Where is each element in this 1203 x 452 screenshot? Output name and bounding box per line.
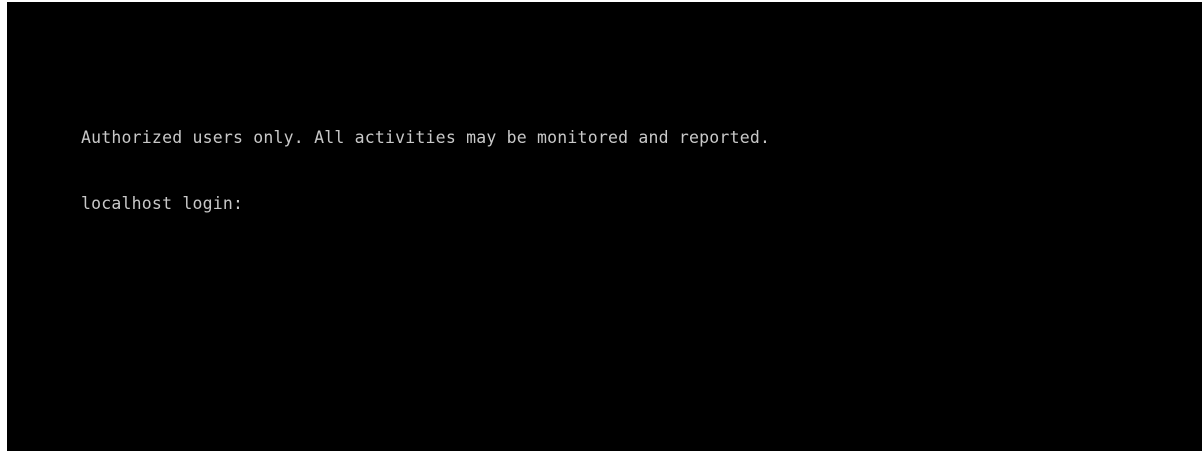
login-prompt-label: localhost login: [81,194,244,213]
console-output: Authorized users only. All activities ma… [81,83,770,259]
login-username-input[interactable] [253,193,263,215]
console-screen[interactable]: Authorized users only. All activities ma… [7,2,1202,451]
login-prompt-line: localhost login: [81,193,770,215]
security-banner: Authorized users only. All activities ma… [81,128,771,147]
